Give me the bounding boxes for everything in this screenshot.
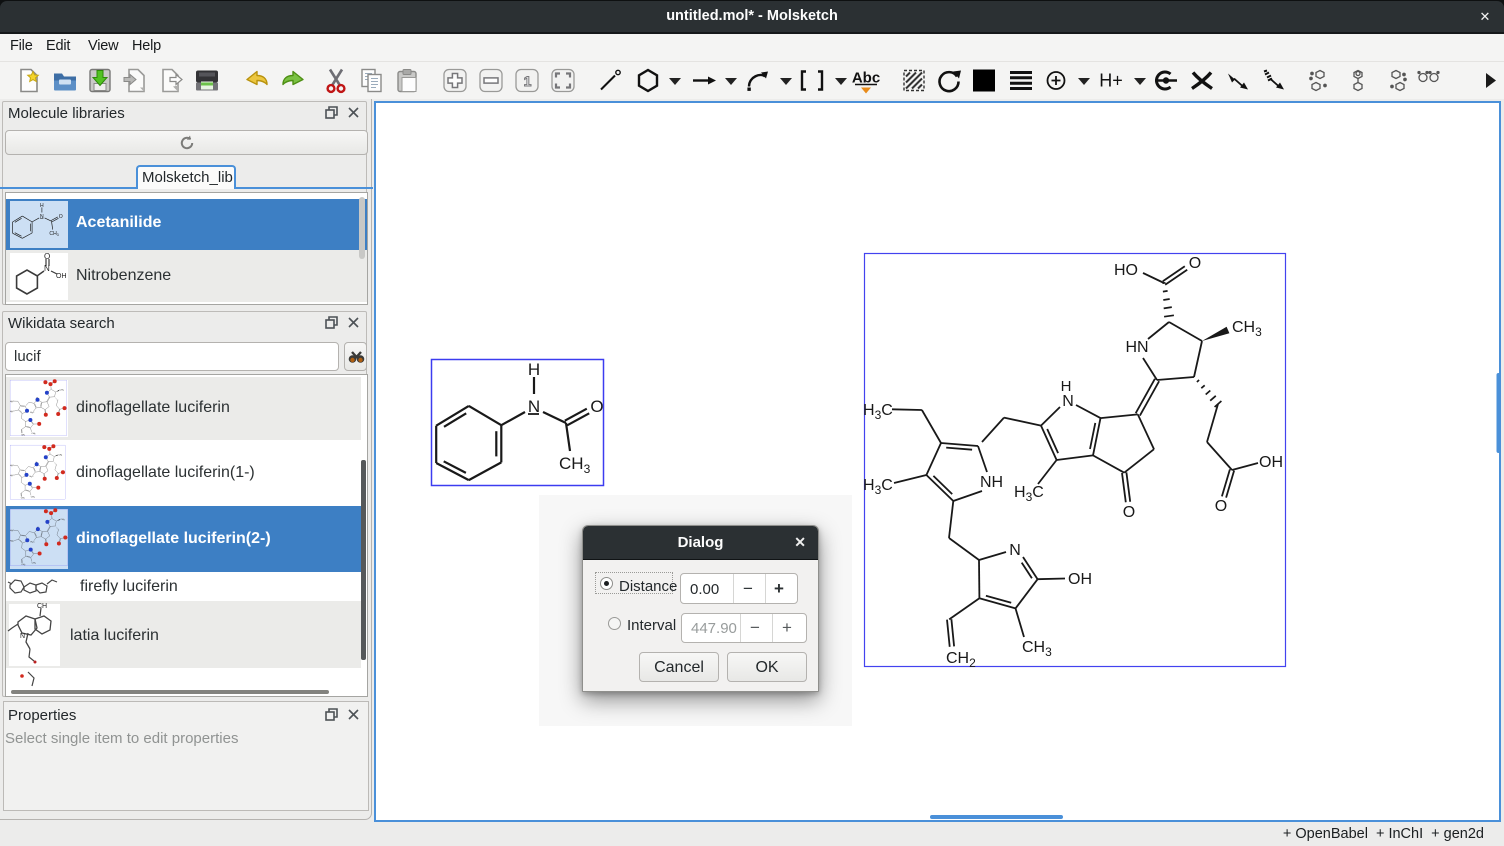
svg-text:H+: H+ <box>1099 71 1123 91</box>
svg-text:1: 1 <box>524 73 532 89</box>
